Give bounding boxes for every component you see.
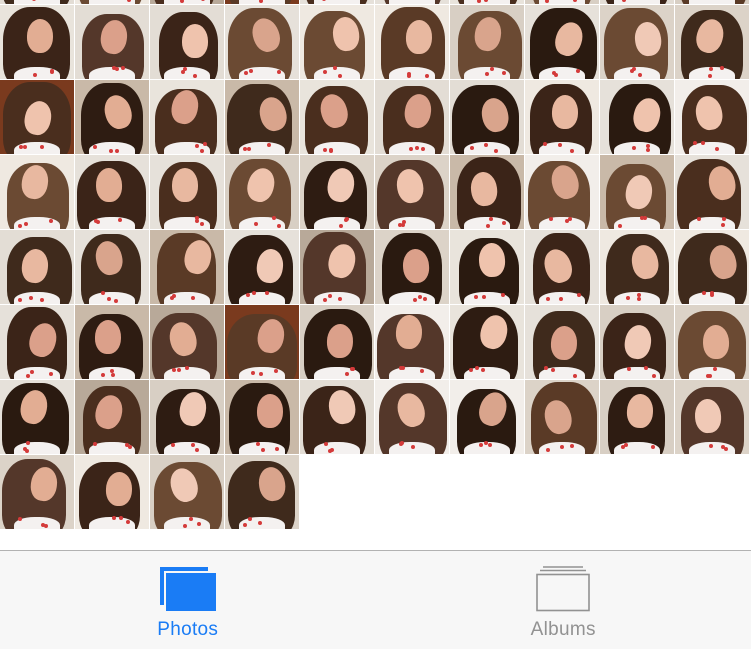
photo-thumbnail[interactable] [600,5,674,79]
photo-row [0,455,751,530]
tab-photos-label: Photos [157,619,219,640]
photo-thumbnail[interactable] [450,5,524,79]
photo-thumbnail[interactable] [600,0,674,4]
photo-row [0,80,751,155]
photo-thumbnail[interactable] [525,380,599,454]
photo-thumbnail[interactable] [600,305,674,379]
tab-photos[interactable]: Photos [0,551,376,649]
photo-thumbnail[interactable] [450,380,524,454]
tab-albums[interactable]: Albums [376,551,751,649]
photo-thumbnail[interactable] [225,305,299,379]
photo-thumbnail[interactable] [600,230,674,304]
photo-thumbnail[interactable] [225,5,299,79]
photos-stack-icon [158,565,218,613]
photo-thumbnail[interactable] [300,380,374,454]
photo-thumbnail[interactable] [150,455,224,529]
photo-thumbnail[interactable] [75,305,149,379]
photo-thumbnail[interactable] [675,80,749,154]
photo-thumbnail[interactable] [225,455,299,529]
photo-thumbnail[interactable] [225,380,299,454]
photo-thumbnail[interactable] [375,0,449,4]
photo-row [0,380,751,455]
photo-thumbnail[interactable] [675,5,749,79]
photo-thumbnail[interactable] [525,305,599,379]
photo-thumbnail[interactable] [75,230,149,304]
photo-row [0,5,751,80]
photo-thumbnail[interactable] [375,380,449,454]
photo-thumbnail[interactable] [300,230,374,304]
photo-thumbnail[interactable] [450,0,524,4]
photo-thumbnail[interactable] [150,0,224,4]
photo-thumbnail[interactable] [75,80,149,154]
photo-thumbnail[interactable] [375,5,449,79]
photo-thumbnail[interactable] [300,5,374,79]
photo-thumbnail[interactable] [0,380,74,454]
photo-thumbnail[interactable] [150,5,224,79]
photo-thumbnail[interactable] [375,230,449,304]
photo-thumbnail[interactable] [450,155,524,229]
photo-thumbnail[interactable] [600,380,674,454]
photo-thumbnail[interactable] [300,155,374,229]
photo-thumbnail[interactable] [450,305,524,379]
photo-thumbnail[interactable] [225,0,299,4]
photo-thumbnail[interactable] [675,155,749,229]
photo-thumbnail[interactable] [0,305,74,379]
photo-thumbnail[interactable] [375,80,449,154]
photo-thumbnail[interactable] [0,80,74,154]
photo-thumbnail[interactable] [375,305,449,379]
photo-thumbnail[interactable] [225,230,299,304]
photo-thumbnail[interactable] [150,380,224,454]
photo-thumbnail[interactable] [150,155,224,229]
photo-thumbnail[interactable] [75,155,149,229]
photo-thumbnail[interactable] [300,305,374,379]
tab-albums-label: Albums [530,619,596,640]
photo-thumbnail[interactable] [675,230,749,304]
photo-thumbnail[interactable] [450,80,524,154]
photo-thumbnail[interactable] [675,380,749,454]
photo-thumbnail[interactable] [450,230,524,304]
photo-thumbnail[interactable] [675,0,749,4]
photo-thumbnail[interactable] [150,80,224,154]
photo-thumbnail[interactable] [150,305,224,379]
photo-thumbnail[interactable] [0,0,74,4]
photos-app: Photos Albums [0,0,751,649]
photo-thumbnail[interactable] [525,230,599,304]
photo-thumbnail[interactable] [600,80,674,154]
photo-thumbnail[interactable] [600,155,674,229]
photo-row [0,230,751,305]
photo-thumbnail[interactable] [0,155,74,229]
photo-thumbnail[interactable] [300,0,374,4]
photo-thumbnail[interactable] [225,80,299,154]
photo-thumbnail[interactable] [525,80,599,154]
photo-thumbnail[interactable] [525,155,599,229]
photo-row [0,155,751,230]
photo-row [0,305,751,380]
photo-thumbnail[interactable] [0,5,74,79]
photo-grid[interactable] [0,0,751,530]
photo-thumbnail[interactable] [75,380,149,454]
photo-thumbnail[interactable] [675,305,749,379]
tab-bar: Photos Albums [0,550,751,649]
photo-thumbnail[interactable] [300,80,374,154]
photo-thumbnail[interactable] [150,230,224,304]
photo-thumbnail[interactable] [375,155,449,229]
photo-thumbnail[interactable] [75,5,149,79]
photo-thumbnail[interactable] [525,5,599,79]
photo-thumbnail[interactable] [225,155,299,229]
albums-stack-icon [533,565,593,613]
photo-thumbnail[interactable] [75,455,149,529]
photo-thumbnail[interactable] [525,0,599,4]
photo-thumbnail[interactable] [75,0,149,4]
photo-thumbnail[interactable] [0,455,74,529]
photo-thumbnail[interactable] [0,230,74,304]
